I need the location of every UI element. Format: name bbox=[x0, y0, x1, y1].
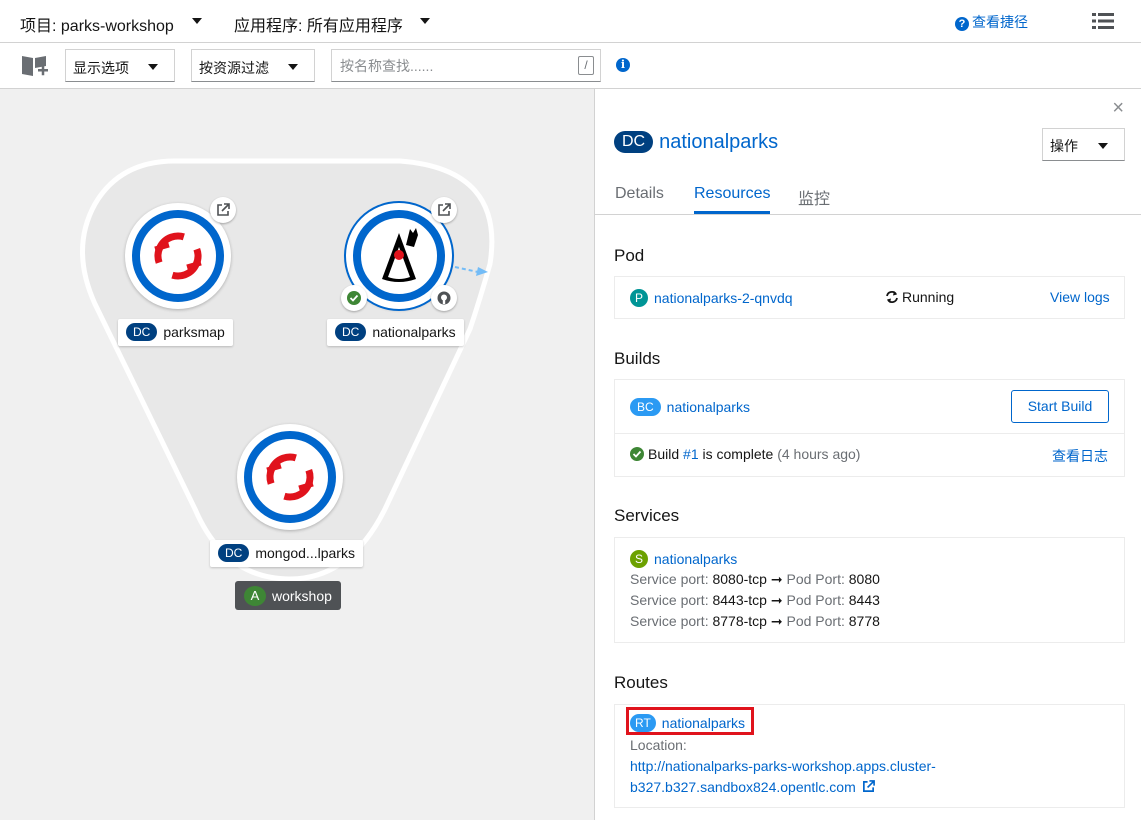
info-icon[interactable]: i bbox=[616, 58, 630, 72]
project-caret-icon[interactable] bbox=[192, 18, 202, 24]
service-port-row: Service port: 8443-tcp ➞ Pod Port: 8443 bbox=[630, 592, 880, 608]
filter-by-resource-label: 按资源过滤 bbox=[199, 60, 269, 76]
build-suffix: is complete bbox=[702, 446, 774, 462]
node-name: mongod...lparks bbox=[255, 545, 355, 561]
sync-icon bbox=[886, 291, 898, 303]
arrow-right-icon: ➞ bbox=[770, 613, 783, 629]
search-by-name-input[interactable] bbox=[332, 50, 562, 81]
quick-start-label: 查看捷径 bbox=[972, 14, 1028, 30]
caret-down-icon bbox=[1098, 143, 1108, 149]
dc-badge: DC bbox=[126, 323, 158, 341]
github-icon[interactable] bbox=[431, 285, 457, 311]
pod-badge: P bbox=[630, 289, 648, 307]
filter-by-resource-dropdown[interactable]: 按资源过滤 bbox=[191, 49, 315, 82]
close-icon[interactable]: × bbox=[1112, 97, 1124, 120]
build-config-link[interactable]: nationalparks bbox=[667, 399, 750, 415]
keyboard-shortcut-hint: / bbox=[578, 56, 594, 75]
actions-dropdown[interactable]: 操作 bbox=[1042, 128, 1125, 161]
pod-status: Running bbox=[885, 289, 954, 305]
routes-box: RT nationalparks Location: http://nationa… bbox=[614, 704, 1125, 808]
mongodb-label[interactable]: DC mongod...lparks bbox=[210, 540, 363, 567]
display-options-dropdown[interactable]: 显示选项 bbox=[65, 49, 175, 82]
services-box: Snationalparks Service port: 8080-tcp ➞ … bbox=[614, 537, 1125, 643]
list-view-icon[interactable] bbox=[1092, 12, 1114, 30]
build-status-success-icon[interactable] bbox=[341, 285, 367, 311]
check-circle-icon bbox=[630, 447, 644, 461]
route-location-label: Location: bbox=[630, 737, 687, 753]
parksmap-label[interactable]: DC parksmap bbox=[118, 319, 233, 346]
application-caret-icon[interactable] bbox=[420, 18, 430, 24]
pod-heading: Pod bbox=[614, 246, 645, 265]
route-url-line1[interactable]: http://nationalparks-parks-workshop.apps… bbox=[630, 758, 936, 774]
builds-heading: Builds bbox=[614, 349, 661, 368]
route-badge: RT bbox=[630, 714, 656, 732]
actions-label: 操作 bbox=[1050, 138, 1078, 154]
service-port-row: Service port: 8778-tcp ➞ Pod Port: 8778 bbox=[630, 613, 880, 629]
arrow-right-icon: ➞ bbox=[770, 571, 783, 587]
routes-heading: Routes bbox=[614, 673, 668, 692]
add-to-project-book-icon[interactable] bbox=[20, 53, 50, 79]
tab-monitoring[interactable]: 监控 bbox=[798, 185, 830, 217]
route-name-link[interactable]: nationalparks bbox=[662, 715, 745, 731]
build-status-line: Build #1 is complete (4 hours ago) bbox=[630, 446, 860, 462]
resource-side-panel: × DC nationalparks 操作 Details Resources 监… bbox=[594, 89, 1141, 820]
open-url-icon[interactable] bbox=[431, 197, 457, 223]
application-group-label[interactable]: Aworkshop bbox=[235, 581, 341, 610]
divider bbox=[615, 433, 1124, 434]
view-logs-link[interactable]: View logs bbox=[1050, 289, 1110, 305]
pod-row: Pnationalparks-2-qnvdq Running View logs bbox=[614, 276, 1125, 319]
mongodb-nationalparks-node[interactable] bbox=[237, 424, 343, 530]
start-build-button[interactable]: Start Build bbox=[1011, 390, 1109, 423]
route-url-link[interactable]: b327.b327.sandbox824.opentlc.com bbox=[630, 779, 875, 795]
panel-title: DC nationalparks bbox=[614, 131, 778, 154]
help-icon: ? bbox=[955, 17, 969, 31]
application-name: workshop bbox=[272, 588, 332, 604]
caret-down-icon bbox=[288, 64, 298, 70]
external-link-icon bbox=[862, 780, 875, 792]
build-time: (4 hours ago) bbox=[777, 446, 861, 462]
bc-badge: BC bbox=[630, 398, 661, 416]
nationalparks-label[interactable]: DC nationalparks bbox=[327, 319, 464, 346]
topology-canvas[interactable]: DC parksmap DC nationalparks DC mongod...lp… bbox=[0, 89, 594, 820]
pod-name-link[interactable]: nationalparks-2-qnvdq bbox=[654, 290, 793, 306]
display-options-label: 显示选项 bbox=[73, 60, 129, 76]
view-build-log-link[interactable]: 查看日志 bbox=[1052, 446, 1108, 466]
masthead: 项目: parks-workshop 应用程序: 所有应用程序 ? 查看捷径 bbox=[0, 0, 1141, 43]
services-heading: Services bbox=[614, 506, 680, 525]
topology-toolbar: 显示选项 按资源过滤 / i bbox=[0, 43, 1141, 89]
service-badge: S bbox=[630, 550, 648, 568]
node-name: nationalparks bbox=[372, 324, 456, 340]
quick-start-link[interactable]: ? 查看捷径 bbox=[955, 12, 1028, 32]
builds-box: BC nationalparks Start Build Build #1 is … bbox=[614, 379, 1125, 477]
application-selector[interactable]: 应用程序: 所有应用程序 bbox=[234, 12, 403, 36]
node-name: parksmap bbox=[163, 324, 225, 340]
project-selector[interactable]: 项目: parks-workshop bbox=[20, 12, 174, 36]
openshift-logo-icon bbox=[154, 232, 202, 280]
tab-resources[interactable]: Resources bbox=[694, 185, 771, 214]
service-port-row: Service port: 8080-tcp ➞ Pod Port: 8080 bbox=[630, 571, 880, 587]
arrow-right-icon: ➞ bbox=[770, 592, 783, 608]
build-number-link[interactable]: #1 bbox=[683, 446, 699, 462]
openshift-logo-icon bbox=[266, 453, 314, 501]
open-url-icon[interactable] bbox=[210, 197, 236, 223]
service-name-link[interactable]: nationalparks bbox=[654, 551, 737, 567]
build-prefix: Build bbox=[648, 446, 680, 462]
dc-badge: DC bbox=[218, 544, 250, 562]
tab-details[interactable]: Details bbox=[615, 185, 664, 211]
pod-status-text: Running bbox=[902, 289, 955, 305]
search-box: / bbox=[331, 49, 601, 82]
dc-badge: DC bbox=[335, 323, 367, 341]
application-badge: A bbox=[244, 586, 266, 606]
panel-title-link[interactable]: nationalparks bbox=[659, 131, 778, 153]
java-duke-icon bbox=[382, 228, 418, 282]
dc-badge: DC bbox=[614, 131, 654, 153]
caret-down-icon bbox=[148, 64, 158, 70]
panel-tabs: Details Resources 监控 bbox=[595, 177, 1141, 215]
